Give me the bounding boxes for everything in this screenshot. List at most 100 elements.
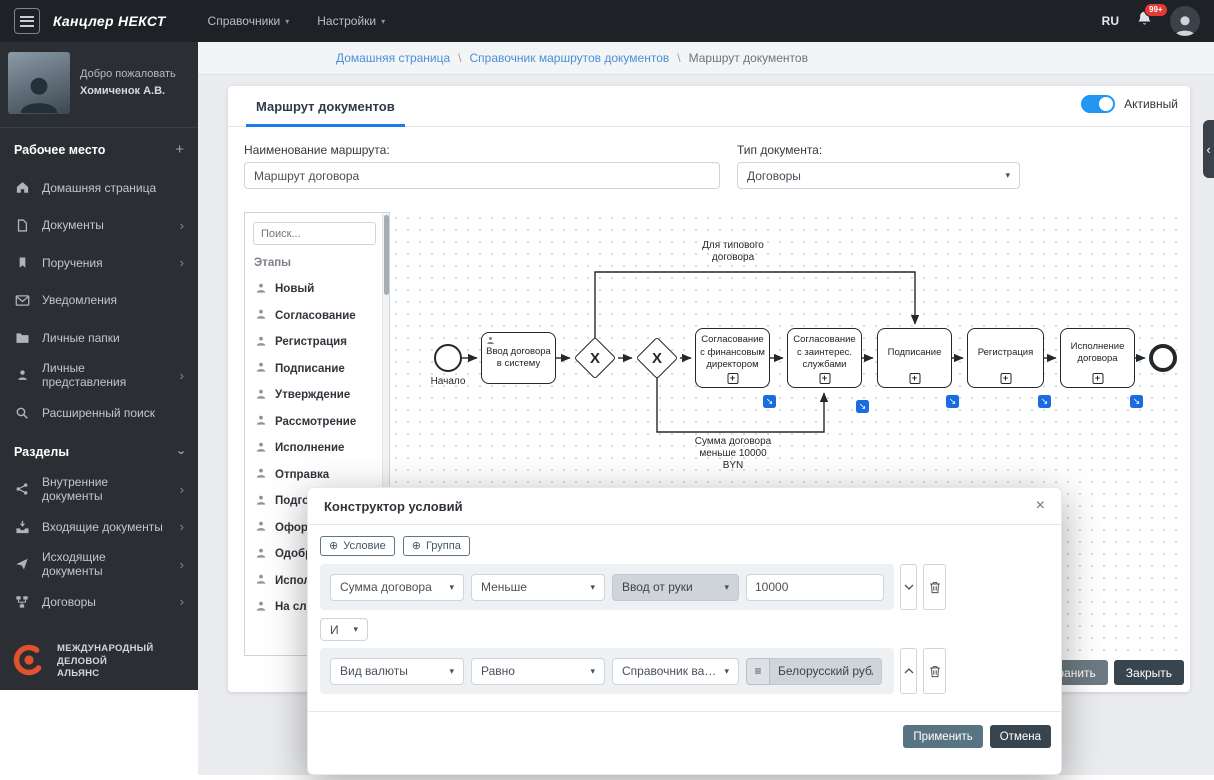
bpmn-task-finance-approval[interactable]: Согласование с финансовым директором (695, 328, 770, 388)
menu-settings[interactable]: Настройки (317, 14, 385, 28)
condition-operator-select[interactable]: Меньше (471, 574, 605, 601)
chevron-down-icon (724, 666, 729, 677)
plus-circle-icon (412, 541, 421, 552)
stage-item[interactable]: Отправка (245, 462, 381, 489)
stage-icon (255, 547, 267, 562)
add-group-button[interactable]: Группа (403, 536, 470, 556)
lookup-list-button[interactable] (746, 658, 770, 685)
document-type-select[interactable]: Договоры (737, 162, 1020, 189)
condition-row: Сумма договора Меньше Ввод от руки (320, 564, 894, 610)
condition-operator-select[interactable]: Равно (471, 658, 605, 685)
stage-label: Исполнение (275, 442, 344, 454)
stage-search-input[interactable] (253, 222, 376, 245)
sidebar-item-label: Расширенный поиск (42, 406, 155, 420)
chevron-down-icon (353, 624, 358, 635)
sidebar-item-advanced-search[interactable]: Расширенный поиск (0, 394, 198, 432)
org-logo-icon (10, 641, 48, 684)
menu-directories-label: Справочники (208, 14, 281, 28)
select-value: Ввод от руки (622, 580, 718, 594)
sidebar-item-outgoing-documents[interactable]: Исходящие документы (0, 546, 198, 584)
condition-value-input[interactable] (746, 574, 884, 601)
condition-source-select[interactable]: Ввод от руки (612, 574, 739, 601)
gateway-x-icon (643, 344, 671, 372)
sidebar-item-contracts[interactable]: Договоры (0, 583, 198, 621)
stage-item[interactable]: Утверждение (245, 382, 381, 409)
language-selector[interactable]: RU (1102, 14, 1119, 28)
breadcrumb-current: Маршрут документов (689, 51, 808, 65)
bpmn-start-event[interactable] (434, 344, 462, 372)
bpmn-task-signing[interactable]: Подписание (877, 328, 952, 388)
sidebar-item-personal-views[interactable]: Личные представления (0, 357, 198, 395)
chevron-down-icon (381, 17, 385, 26)
stage-icon (255, 361, 267, 376)
stage-item[interactable]: Регистрация (245, 329, 381, 356)
sidebar-item-documents[interactable]: Документы (0, 207, 198, 245)
close-button[interactable]: Закрыть (1114, 660, 1184, 685)
sidebar-item-personal-folders[interactable]: Личные папки (0, 319, 198, 357)
notifications-button[interactable]: 99+ (1136, 10, 1153, 33)
menu-settings-label: Настройки (317, 14, 376, 28)
folder-icon (14, 331, 30, 344)
sidebar-item-internal-documents[interactable]: Внутренние документы (0, 471, 198, 509)
move-condition-down-button[interactable] (900, 564, 917, 610)
stage-item[interactable]: Рассмотрение (245, 409, 381, 436)
sidebar-item-home[interactable]: Домашняя страница (0, 169, 198, 207)
add-workspace-button[interactable] (175, 141, 184, 158)
send-icon (14, 557, 30, 571)
document-type-label: Тип документа: (737, 143, 822, 157)
delete-condition-button[interactable] (923, 564, 946, 610)
user-avatar[interactable] (1170, 6, 1200, 36)
sidebar-item-assignments[interactable]: Поручения (0, 244, 198, 282)
chevron-right-icon (180, 520, 184, 533)
stage-label: Рассмотрение (275, 416, 356, 428)
tab-document-route[interactable]: Маршрут документов (246, 99, 405, 127)
sidebar-item-incoming-documents[interactable]: Входящие документы (0, 508, 198, 546)
condition-field-select[interactable]: Вид валюты (330, 658, 464, 685)
breadcrumb-routes-link[interactable]: Справочник маршрутов документов (470, 51, 670, 65)
cancel-button[interactable]: Отмена (990, 725, 1051, 748)
breadcrumb-home-link[interactable]: Домашняя страница (336, 51, 450, 65)
stage-item[interactable]: Подписание (245, 356, 381, 383)
sidebar-item-label: Исходящие документы (42, 550, 168, 578)
stage-item[interactable]: Новый (245, 276, 381, 303)
condition-link-icon[interactable] (1038, 395, 1051, 408)
chevron-right-icon (180, 369, 184, 382)
org-name-line: АЛЬЯНС (57, 668, 153, 680)
task-label: Согласование с заинтерес. службами (791, 334, 858, 371)
stage-icon (255, 414, 267, 429)
menu-toggle-button[interactable] (14, 8, 40, 34)
condition-link-icon[interactable] (763, 395, 776, 408)
bpmn-task-execution[interactable]: Исполнение договора (1060, 328, 1135, 388)
add-condition-button[interactable]: Условие (320, 536, 395, 556)
collapse-panel-handle[interactable] (1203, 120, 1214, 178)
condition-link-icon[interactable] (856, 400, 869, 413)
stage-item[interactable]: Исполнение (245, 435, 381, 462)
breadcrumb-separator: \ (677, 51, 680, 65)
menu-directories[interactable]: Справочники (208, 14, 290, 28)
condition-source-select[interactable]: Справочник валют (612, 658, 739, 685)
chevron-up-icon (904, 668, 914, 674)
sidebar-item-notifications[interactable]: Уведомления (0, 282, 198, 320)
move-condition-up-button[interactable] (900, 648, 917, 694)
modal-header: Конструктор условий (308, 488, 1061, 525)
close-icon[interactable] (1036, 498, 1045, 514)
workspace-header-label: Рабочее место (14, 143, 105, 157)
condition-field-select[interactable]: Сумма договора (330, 574, 464, 601)
sections-header[interactable]: Разделы (0, 432, 198, 471)
bpmn-end-event[interactable] (1149, 344, 1177, 372)
condition-link-icon[interactable] (1130, 395, 1143, 408)
app-logo[interactable]: Канцлер НЕКСТ (53, 13, 166, 29)
delete-condition-button[interactable] (923, 648, 946, 694)
active-toggle[interactable] (1081, 95, 1115, 113)
logic-operator-select[interactable]: И (320, 618, 368, 641)
apply-button[interactable]: Применить (903, 725, 982, 748)
scrollbar-thumb[interactable] (384, 215, 389, 295)
stage-icon (255, 467, 267, 482)
stage-item[interactable]: Согласование (245, 303, 381, 330)
bpmn-task-services-approval[interactable]: Согласование с заинтерес. службами (787, 328, 862, 388)
bpmn-task-registration[interactable]: Регистрация (967, 328, 1044, 388)
sidebar-item-label: Входящие документы (42, 520, 163, 534)
bpmn-task-enter-contract[interactable]: Ввод договора в систему (481, 332, 556, 384)
condition-link-icon[interactable] (946, 395, 959, 408)
route-name-input[interactable] (244, 162, 720, 189)
